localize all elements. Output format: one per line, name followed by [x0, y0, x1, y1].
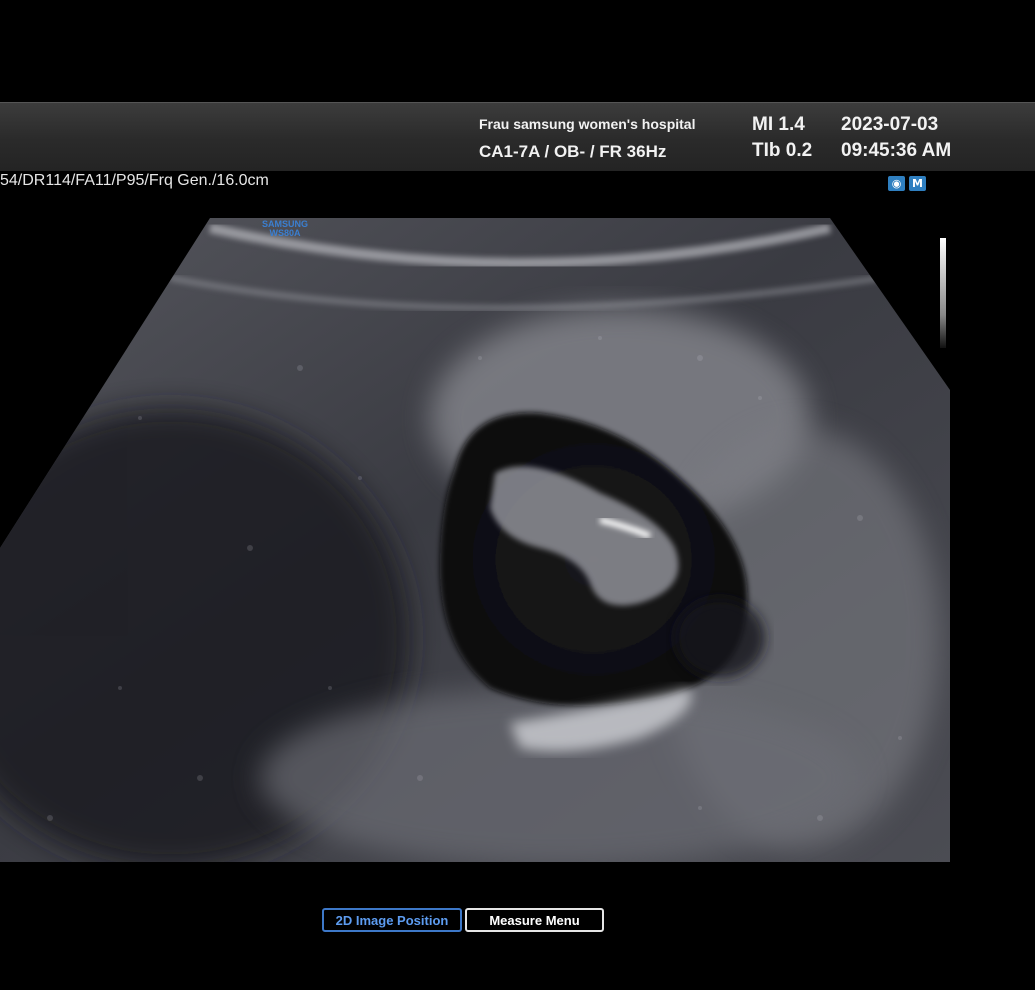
header-bar: Frau samsung women's hospital CA1-7A / O…	[0, 102, 1035, 171]
ultrasound-screen: Frau samsung women's hospital CA1-7A / O…	[0, 0, 1035, 990]
watermark-model: WS80A	[269, 228, 301, 238]
ultrasound-image-canvas	[0, 218, 950, 862]
status-icons: ◉ M	[888, 176, 926, 191]
m-icon[interactable]: M	[909, 176, 926, 191]
grayscale-bar	[940, 238, 946, 348]
thermal-index: TIb 0.2	[752, 140, 813, 161]
image-position-button[interactable]: 2D Image Position	[322, 908, 462, 932]
measure-menu-button[interactable]: Measure Menu	[465, 908, 604, 932]
imaging-parameters: 54/DR114/FA11/P95/Frq Gen./16.0cm	[0, 172, 269, 189]
eye-icon[interactable]: ◉	[888, 176, 905, 191]
mechanical-index: MI 1.4	[752, 114, 805, 135]
hospital-name: Frau samsung women's hospital	[479, 116, 696, 132]
exam-time: 09:45:36 AM	[841, 140, 952, 161]
ultrasound-image[interactable]	[0, 218, 950, 862]
probe-info: CA1-7A / OB- / FR 36Hz	[479, 142, 667, 161]
exam-date: 2023-07-03	[841, 114, 939, 135]
samsung-watermark: SAMSUNG WS80A	[262, 220, 308, 238]
